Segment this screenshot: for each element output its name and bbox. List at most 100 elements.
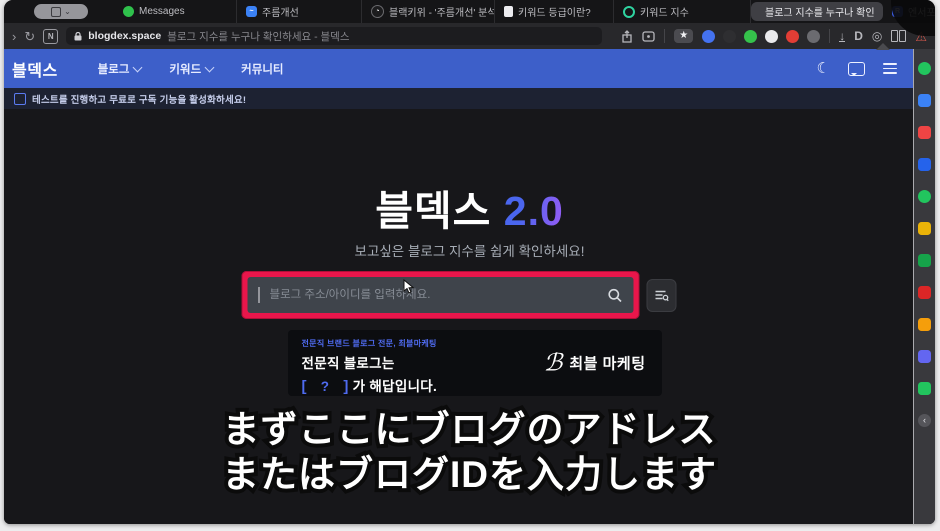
ext-page-app-icon[interactable] <box>765 30 778 43</box>
address-domain: blogdex.space <box>88 30 161 42</box>
blog-search-box[interactable] <box>247 277 633 313</box>
popup-pointer-triangle <box>876 43 890 50</box>
ext-red-app-icon[interactable] <box>786 30 799 43</box>
lock-icon <box>74 32 82 41</box>
hamburger-menu-icon[interactable] <box>883 63 897 73</box>
chat-feedback-icon[interactable] <box>848 62 865 76</box>
tab-blogdex-active[interactable]: 블로그 지수를 누구나 확인 <box>751 2 883 21</box>
dock-green-call-app-icon[interactable] <box>918 190 931 203</box>
nav-item-community[interactable]: 커뮤니티 <box>241 61 283 77</box>
site-nav-items: 블로그 키워드 커뮤니티 <box>98 61 284 77</box>
chevron-down-icon: ⌄ <box>64 8 71 16</box>
toolbar-divider <box>829 29 830 43</box>
forward-icon[interactable]: › <box>12 30 16 43</box>
chevron-down-icon <box>205 62 215 72</box>
dock-orange-star-app-icon[interactable] <box>918 318 931 331</box>
notice-banner[interactable]: 테스트를 진행하고 무료로 구독 기능을 활성화하세요! <box>4 88 935 109</box>
extension-icons-row <box>702 30 820 43</box>
blackkiwi-clock-icon: ◔ <box>371 5 384 18</box>
tab-keyword-index[interactable]: 키워드 지수 <box>614 0 751 23</box>
search-icon[interactable] <box>607 288 622 303</box>
mouse-cursor-icon <box>403 279 414 294</box>
toolbar-divider <box>664 29 665 43</box>
ext-blue-app-icon[interactable] <box>702 30 715 43</box>
screenshot-icon[interactable] <box>642 31 655 42</box>
sidebar-d-icon[interactable]: D <box>854 30 863 42</box>
dock-blue-chat-app-icon[interactable] <box>918 94 931 107</box>
hero-title-text: 블덱스 <box>375 188 491 234</box>
subtitle-line-1: まずここにブログのアドレス まずここにブログのアドレス <box>4 408 935 453</box>
nav-item-blog[interactable]: 블로그 <box>98 61 142 77</box>
tab-label: 블로그 지수를 누구나 확인 <box>765 4 875 19</box>
hero-version-text: 2.0 <box>504 188 564 234</box>
chevron-down-icon <box>133 62 143 72</box>
nav-item-label: 커뮤니티 <box>241 61 283 77</box>
text-caret <box>258 287 260 303</box>
ring-icon <box>623 6 635 18</box>
bracket-close: ] <box>343 378 348 395</box>
dock-green-play-app-icon[interactable] <box>918 254 931 267</box>
download-icon[interactable]: ↓ <box>839 30 845 42</box>
dock-red-heart-app-icon[interactable] <box>918 126 931 139</box>
browser-toolbar: › ↻ N blogdex.space 블로그 지수를 누구나 확인하세요 - … <box>4 23 935 49</box>
dark-mode-moon-icon[interactable]: ☾ <box>817 61 830 76</box>
browser-tab-bar: ⌄ Messages ~ 주름개선 ◔ 블랙키위 - '주름개선' 분석 키워드… <box>4 0 935 23</box>
ext-gray-app-icon[interactable] <box>807 30 820 43</box>
naver-extension-icon[interactable]: N <box>43 29 58 44</box>
dock-green-square-app-icon[interactable] <box>918 382 931 395</box>
promo-headline-2: [ ? ] 가 해답입니다. <box>302 375 648 395</box>
bracket-open: [ <box>302 378 307 395</box>
dock-red-video-app-icon[interactable] <box>918 286 931 299</box>
toolbar-actions: ★ ↓ D ◎ ⚠ <box>621 29 927 43</box>
brand-logo-icon: ℬ <box>543 349 562 378</box>
tab-label: 블랙키위 - '주름개선' 분석 <box>389 4 495 19</box>
tab-overview-button[interactable]: ⌄ <box>34 4 88 19</box>
dock-yellow-note-app-icon[interactable] <box>918 222 931 235</box>
navbar-actions: ☾ <box>817 61 897 76</box>
dock-blue-app-icon[interactable] <box>918 158 931 171</box>
tab-blackkiwi[interactable]: ◔ 블랙키위 - '주름개선' 분석 <box>362 0 495 23</box>
question-mark: ? <box>311 379 340 394</box>
browser-window: ⌄ Messages ~ 주름개선 ◔ 블랙키위 - '주름개선' 분석 키워드… <box>4 0 935 524</box>
notice-bell-icon <box>14 93 26 105</box>
notice-text: 테스트를 진행하고 무료로 구독 기능을 활성화하세요! <box>32 92 246 106</box>
brand-name: 최블 마케팅 <box>569 353 645 374</box>
blog-search-input[interactable] <box>268 288 600 302</box>
video-subtitle-overlay: まずここにブログのアドレス まずここにブログのアドレス またはブログIDを入力し… <box>4 408 935 498</box>
promo-tagline: 전문직 브랜드 블로그 전문, 최블마케팅 <box>302 338 648 349</box>
dock-purple-app-icon[interactable] <box>918 350 931 363</box>
tab-label: 주름개선 <box>262 4 299 19</box>
dock-green-c-app-icon[interactable] <box>918 62 931 75</box>
tab-keyword-grade[interactable]: 키워드 등급이란? <box>495 0 614 23</box>
highlight-annotation-box <box>241 271 639 319</box>
reload-icon[interactable]: ↻ <box>24 30 35 43</box>
chart-wave-icon: ~ <box>246 6 257 17</box>
ext-dark-app-icon[interactable] <box>723 30 736 43</box>
tab-label: 키워드 등급이란? <box>518 4 591 19</box>
share-icon[interactable] <box>621 30 633 43</box>
address-bar[interactable]: blogdex.space 블로그 지수를 누구나 확인하세요 - 블덱스 <box>66 27 602 45</box>
search-row <box>241 271 676 319</box>
bulk-search-button[interactable] <box>646 279 676 312</box>
tab-label: Messages <box>139 6 185 17</box>
hero-title: 블덱스 2.0 <box>4 177 935 237</box>
ext-green-app-icon[interactable] <box>744 30 757 43</box>
record-icon[interactable]: ◎ <box>872 30 882 42</box>
nav-item-label: 블로그 <box>98 61 130 77</box>
address-page-title: 블로그 지수를 누구나 확인하세요 - 블덱스 <box>167 29 349 44</box>
tab-label: 키워드 지수 <box>640 4 689 19</box>
dock: ‹ <box>913 49 935 524</box>
tab-wrinkle[interactable]: ~ 주름개선 <box>237 0 362 23</box>
site-logo[interactable]: 블덱스 <box>12 57 58 81</box>
site-navbar: 블덱스 블로그 키워드 커뮤니티 ☾ <box>4 49 935 88</box>
nav-item-label: 키워드 <box>169 61 201 77</box>
split-view-icon[interactable] <box>891 30 906 42</box>
tab-messages[interactable]: Messages <box>114 0 237 23</box>
tab-overview-icon <box>51 7 61 17</box>
promo-brand: ℬ 최블 마케팅 <box>543 349 645 378</box>
nav-item-keyword[interactable]: 키워드 <box>169 61 213 77</box>
subtitle-line-2: またはブログIDを入力します またはブログIDを入力します <box>4 453 935 498</box>
promo-banner[interactable]: 전문직 브랜드 블로그 전문, 최블마케팅 전문직 블로그는 [ ? ] 가 해… <box>288 330 662 396</box>
extensions-star-button[interactable]: ★ <box>674 29 693 43</box>
dock-collapse-chevron-icon[interactable]: ‹ <box>918 414 931 427</box>
